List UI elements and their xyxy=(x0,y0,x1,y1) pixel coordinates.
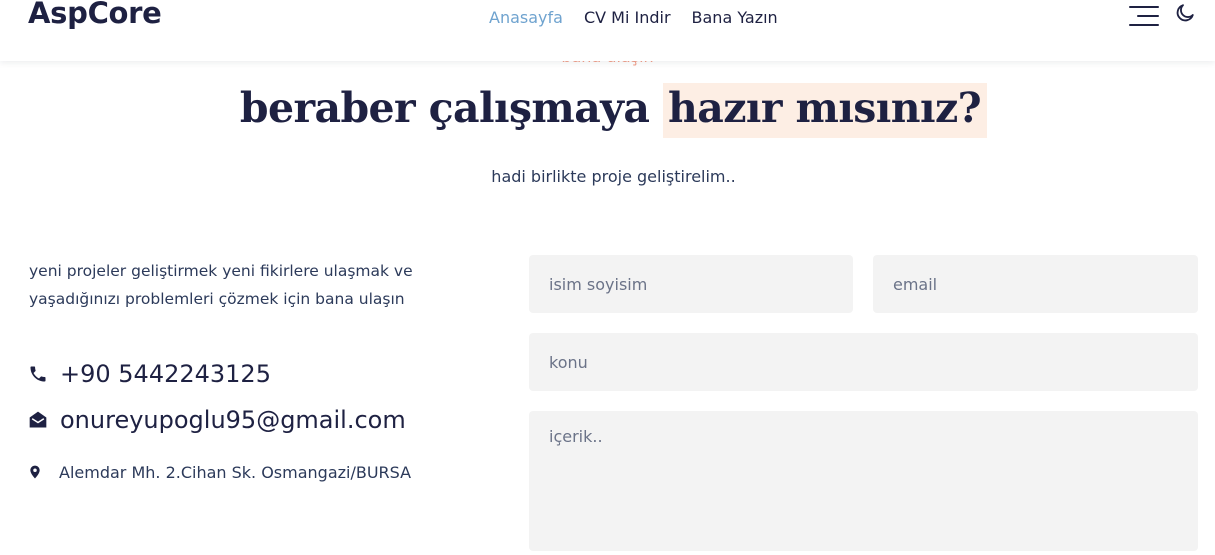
nav-link-contact[interactable]: Bana Yazın xyxy=(692,8,778,27)
message-textarea[interactable] xyxy=(529,411,1198,551)
contact-address: Alemdar Mh. 2.Cihan Sk. Osmangazi/BURSA xyxy=(28,462,411,482)
contact-email-text: onureyupoglu95@gmail.com xyxy=(60,406,406,434)
site-header: AspCore Anasayfa CV Mi Indir Bana Yazın xyxy=(0,0,1215,61)
contact-phone-text: +90 5442243125 xyxy=(60,360,271,388)
section-title: beraber çalışmaya hazır mısınız? xyxy=(0,83,1215,138)
name-input[interactable] xyxy=(529,255,853,313)
map-pin-icon xyxy=(30,465,40,479)
site-logo[interactable]: AspCore xyxy=(28,0,162,30)
main-nav: Anasayfa CV Mi Indir Bana Yazın xyxy=(489,8,778,27)
section-subtitle: hadi birlikte proje geliştirelim.. xyxy=(491,167,736,186)
nav-link-cv-download[interactable]: CV Mi Indir xyxy=(584,8,671,27)
subject-input[interactable] xyxy=(529,333,1198,391)
moon-icon[interactable] xyxy=(1174,2,1196,24)
contact-phone[interactable]: +90 5442243125 xyxy=(28,360,271,388)
contact-intro: yeni projeler geliştirmek yeni fikirlere… xyxy=(29,262,413,308)
section-title-plain: beraber çalışmaya xyxy=(239,84,664,132)
contact-address-text: Alemdar Mh. 2.Cihan Sk. Osmangazi/BURSA xyxy=(59,462,412,482)
contact-email[interactable]: onureyupoglu95@gmail.com xyxy=(28,406,406,434)
nav-link-home[interactable]: Anasayfa xyxy=(489,8,563,27)
envelope-open-icon xyxy=(29,411,47,428)
email-input[interactable] xyxy=(873,255,1198,313)
phone-icon xyxy=(30,366,46,382)
hamburger-menu-icon[interactable] xyxy=(1127,4,1159,28)
section-title-highlight: hazır mısınız? xyxy=(663,83,988,138)
